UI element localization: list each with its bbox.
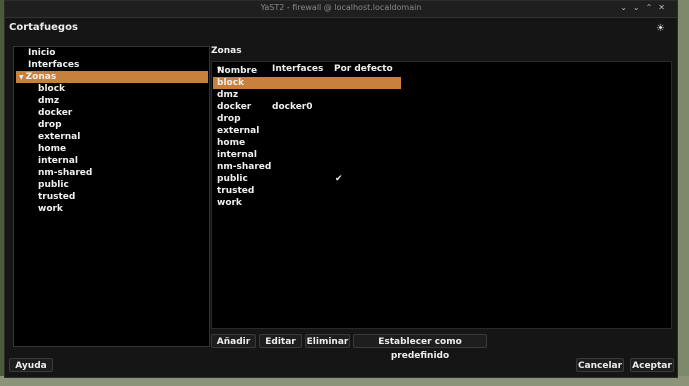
row-name: work xyxy=(217,198,242,208)
tree-item-public[interactable]: public xyxy=(38,179,69,191)
table-row[interactable]: home xyxy=(212,137,671,149)
tree-item-zonas[interactable]: ▼ Zonas xyxy=(19,71,56,83)
title-bar[interactable]: YaST2 - firewall @ localhost.localdomain… xyxy=(5,1,677,18)
tree-item-zonas-label: Zonas xyxy=(25,72,57,82)
row-name: internal xyxy=(217,150,257,160)
row-name: dmz xyxy=(217,90,239,100)
zones-table[interactable]: Nombre ▼ Interfaces Por defecto block dm… xyxy=(211,61,672,329)
tree-item-drop[interactable]: drop xyxy=(38,119,62,131)
tree-item-dmz[interactable]: dmz xyxy=(38,95,59,107)
table-row[interactable]: block xyxy=(212,77,671,89)
add-button[interactable]: Añadir xyxy=(211,334,256,348)
row-name: external xyxy=(217,126,260,136)
tree-item-external[interactable]: external xyxy=(38,131,80,143)
window-controls: ⌄⌄⌃✕ xyxy=(620,3,671,12)
expand-arrow-icon[interactable]: ▼ xyxy=(19,74,24,81)
tree-item-home[interactable]: home xyxy=(38,143,66,155)
tree-item-interfaces[interactable]: Interfaces xyxy=(28,59,79,71)
app-title: Cortafuegos xyxy=(9,22,78,33)
cancel-button[interactable]: Cancelar xyxy=(576,358,624,372)
row-interfaces: docker0 xyxy=(272,102,313,112)
table-row[interactable]: nm-shared xyxy=(212,161,671,173)
row-name: public xyxy=(217,174,248,184)
menu-icon[interactable]: ⌄ xyxy=(620,3,633,12)
table-row[interactable]: internal xyxy=(212,149,671,161)
tree-item-block[interactable]: block xyxy=(38,83,65,95)
tree-item-trusted[interactable]: trusted xyxy=(38,191,75,203)
set-default-button[interactable]: Establecer como predefinido xyxy=(353,334,487,361)
column-nombre-label: Nombre xyxy=(217,66,258,76)
tree-item-nm-shared[interactable]: nm-shared xyxy=(38,167,92,179)
table-header: Nombre ▼ Interfaces Por defecto xyxy=(212,62,671,77)
table-row[interactable]: work xyxy=(212,197,671,209)
navigation-tree[interactable]: Inicio Interfaces ▼ Zonas block dmz docke… xyxy=(13,46,210,347)
sun-icon: ☀ xyxy=(656,23,665,34)
row-name: home xyxy=(217,138,246,148)
row-name: trusted xyxy=(217,186,255,196)
desktop-right-strip xyxy=(678,0,689,386)
row-name: block xyxy=(217,78,245,88)
edit-button[interactable]: Editar xyxy=(259,334,302,348)
tree-item-inicio[interactable]: Inicio xyxy=(28,47,55,59)
row-name: nm-shared xyxy=(217,162,272,172)
zones-panel-title: Zonas xyxy=(211,46,242,56)
accept-button[interactable]: Aceptar xyxy=(630,358,674,372)
maximize-icon[interactable]: ⌃ xyxy=(646,3,659,12)
tree-item-work[interactable]: work xyxy=(38,203,63,215)
help-button[interactable]: Ayuda xyxy=(9,358,53,372)
row-name: docker xyxy=(217,102,252,112)
minimize-icon[interactable]: ⌄ xyxy=(633,3,646,12)
default-check-icon: ✔ xyxy=(335,174,343,184)
table-row[interactable]: public ✔ xyxy=(212,173,671,185)
column-header-interfaces[interactable]: Interfaces xyxy=(272,64,323,74)
yast-window: YaST2 - firewall @ localhost.localdomain… xyxy=(4,0,678,378)
tree-item-docker[interactable]: docker xyxy=(38,107,72,119)
table-row[interactable]: dmz xyxy=(212,89,671,101)
close-icon[interactable]: ✕ xyxy=(658,3,671,12)
window-title: YaST2 - firewall @ localhost.localdomain xyxy=(260,3,422,12)
table-row[interactable]: docker docker0 xyxy=(212,101,671,113)
table-row[interactable]: drop xyxy=(212,113,671,125)
table-row[interactable]: external xyxy=(212,125,671,137)
row-name: drop xyxy=(217,114,241,124)
delete-button[interactable]: Eliminar xyxy=(305,334,350,348)
sort-arrow-icon: ▼ xyxy=(217,66,222,73)
tree-item-internal[interactable]: internal xyxy=(38,155,78,167)
column-header-por-defecto[interactable]: Por defecto xyxy=(334,64,393,74)
table-row[interactable]: trusted xyxy=(212,185,671,197)
